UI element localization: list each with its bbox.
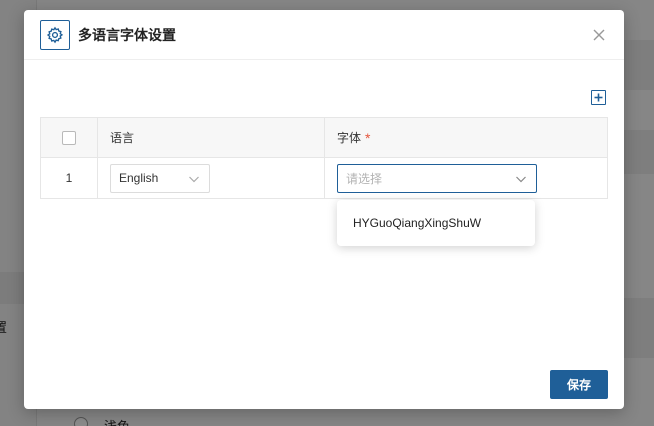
- language-select-value: English: [119, 171, 159, 185]
- gear-icon: [40, 20, 70, 50]
- dialog-title: 多语言字体设置: [78, 27, 176, 43]
- save-button[interactable]: 保存: [550, 370, 608, 399]
- header-language-cell: 语言: [98, 118, 325, 157]
- font-dropdown-menu: HYGuoQiangXingShuW: [337, 200, 535, 246]
- table-row: 1 English 请选择: [41, 158, 607, 198]
- chevron-down-icon: [516, 176, 526, 182]
- header-font: 字体: [337, 131, 362, 145]
- font-settings-dialog: 多语言字体设置 语言 字体 * 1 English 请选择 HYGuoQiang…: [24, 10, 624, 409]
- font-option[interactable]: HYGuoQiangXingShuW: [337, 200, 535, 246]
- row-language-cell: English: [98, 158, 325, 198]
- row-index: 1: [65, 171, 73, 185]
- table-header: 语言 字体 *: [41, 118, 607, 158]
- header-language: 语言: [110, 131, 135, 145]
- row-font-cell: 请选择: [325, 158, 609, 198]
- language-select[interactable]: English: [110, 163, 210, 193]
- row-index-cell: 1: [41, 158, 98, 198]
- plus-square-icon[interactable]: [591, 90, 606, 105]
- header-font-cell: 字体 *: [325, 118, 609, 157]
- select-all-checkbox[interactable]: [62, 130, 76, 145]
- close-icon[interactable]: [592, 28, 606, 42]
- required-mark: *: [365, 129, 371, 146]
- font-table: 语言 字体 * 1 English 请选择: [40, 117, 608, 199]
- dialog-header: 多语言字体设置: [24, 10, 624, 60]
- font-select-placeholder: 请选择: [346, 171, 383, 186]
- header-checkbox-cell: [41, 118, 98, 157]
- chevron-down-icon: [189, 176, 199, 182]
- font-select[interactable]: 请选择: [337, 163, 537, 193]
